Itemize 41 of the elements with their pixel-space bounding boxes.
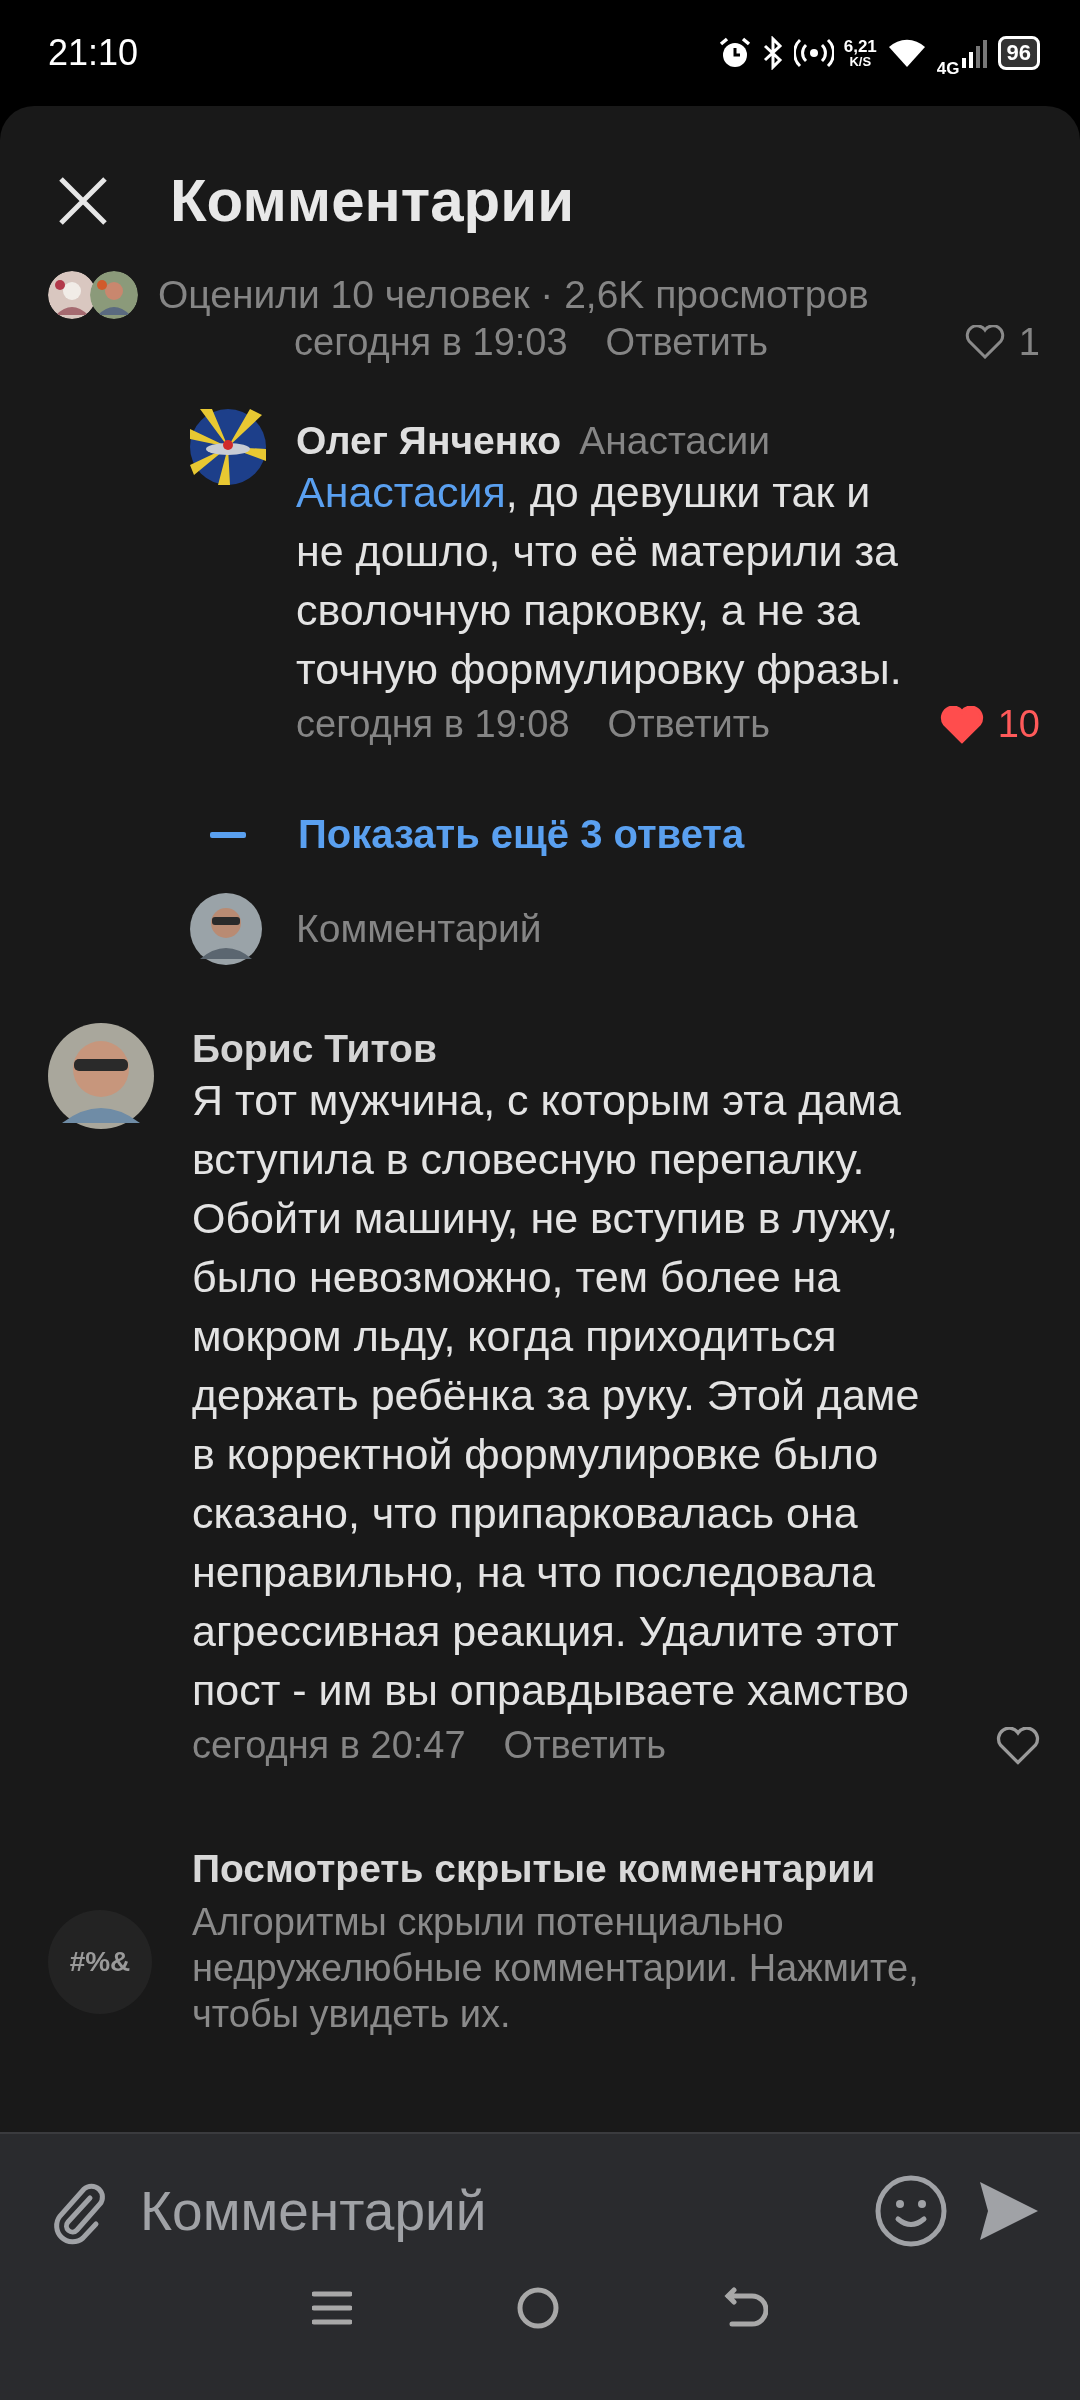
heart-icon[interactable] [964, 325, 1005, 359]
emoji-icon[interactable] [874, 2174, 948, 2248]
comment-time: сегодня в 19:03 [294, 320, 568, 364]
heart-icon[interactable] [939, 705, 984, 744]
page-title: Комментарии [170, 166, 575, 235]
dash-icon [210, 831, 246, 838]
heart-icon[interactable] [996, 1726, 1040, 1765]
reply-link[interactable]: Ответить [503, 1724, 667, 1767]
wifi-icon [886, 37, 927, 69]
reply-to: Анастасии [579, 419, 771, 463]
reply-input[interactable]: Комментарий [296, 907, 896, 951]
home-icon[interactable] [516, 2286, 560, 2330]
author-name[interactable]: Борис Титов [192, 1027, 1040, 1071]
hidden-comments-icon: #%& [48, 1910, 152, 2014]
bluetooth-icon [761, 36, 784, 70]
reply-link[interactable]: Ответить [607, 703, 771, 746]
comment-time: сегодня в 19:08 [296, 703, 570, 746]
like-count: 1 [1018, 320, 1040, 364]
mention-link[interactable]: Анастасия [296, 468, 506, 516]
close-icon[interactable] [58, 175, 108, 226]
speed-value: 6,21 [843, 37, 877, 55]
author-name[interactable]: Олег Янченко [296, 419, 562, 463]
comment-time: сегодня в 20:47 [192, 1724, 466, 1767]
status-time: 21:10 [48, 32, 139, 74]
hidden-comments-description: Алгоритмы скрыли потенциально недружелюбные комментарии. Нажмите, чтобы увидеть их. [192, 1900, 919, 2037]
comment-text: Анастасия, до девушки так и не дошло, что её материли за сволочную парковку, а не за точную формулировку фразы. [296, 467, 903, 695]
battery-icon: 96 [997, 36, 1040, 70]
speed-unit: K/S [849, 54, 872, 69]
comment-input[interactable]: Комментарий [140, 2179, 844, 2243]
alarm-icon [717, 36, 752, 70]
likes-summary: Оценили 10 человек · 2,6K просмотров [158, 273, 869, 317]
signal-icon [961, 38, 988, 68]
hidden-comments-link[interactable]: Посмотреть скрытые комментарии [192, 1847, 919, 1891]
send-icon[interactable] [978, 2180, 1040, 2242]
reply-link[interactable]: Ответить [605, 320, 769, 364]
like-count: 10 [997, 703, 1040, 746]
show-more-replies[interactable]: Показать ещё 3 ответа [210, 812, 745, 857]
comment-text: Я тот мужчина, с которым эта дама вступила в словесную перепалку. Обойти машину, не вступив в лужу, было невозможно, тем более на мокром льду, когда приходиться держать ребёнка за руку. Этой даме в корректной формулировке было сказано, что припарковалась она неправильно, на что последовала агрессивная реакция. Удалите этот пост - им вы оправдываете хамство [192, 1075, 921, 1716]
network-type: 4G [936, 59, 960, 79]
back-icon[interactable] [724, 2286, 768, 2330]
hotspot-icon [793, 36, 834, 70]
